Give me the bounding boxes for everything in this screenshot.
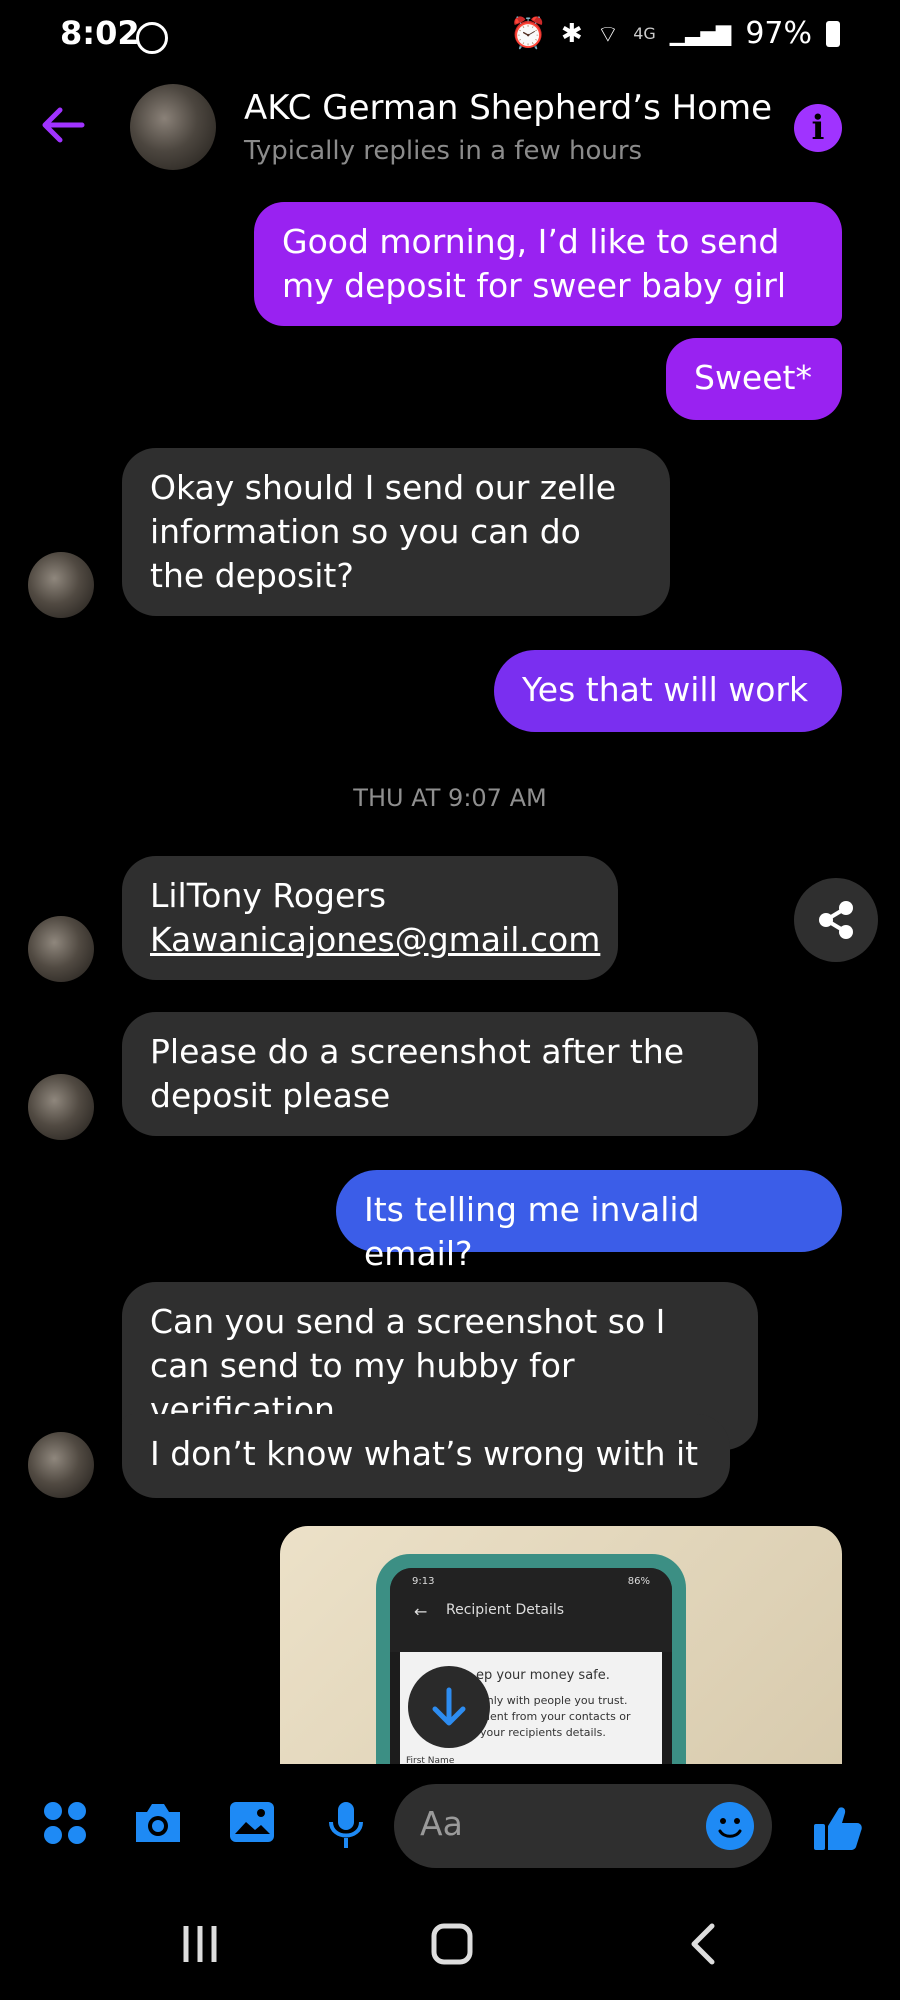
- thumbs-up-icon[interactable]: [812, 1804, 864, 1856]
- message-text: Please do a screenshot after the deposit…: [150, 1032, 685, 1115]
- message-text: Okay should I send our zelle information…: [150, 468, 617, 595]
- message-bubble-incoming[interactable]: Okay should I send our zelle information…: [122, 448, 670, 616]
- sender-avatar: [28, 916, 94, 982]
- sender-avatar: [28, 1074, 94, 1140]
- battery-label: 97%: [745, 16, 812, 51]
- sender-avatar: [28, 1432, 94, 1498]
- message-input[interactable]: Aa: [394, 1784, 772, 1868]
- info-icon[interactable]: i: [794, 104, 842, 152]
- photo-phone-battery: 86%: [627, 1576, 650, 1587]
- home-icon[interactable]: [430, 1922, 474, 1966]
- download-button[interactable]: [408, 1666, 490, 1748]
- photo-text-line: pient from your contacts or: [480, 1710, 631, 1723]
- photo-screen-title: Recipient Details: [446, 1602, 565, 1618]
- microphone-icon[interactable]: [326, 1800, 366, 1854]
- message-bubble-outgoing[interactable]: Its telling me invalid email?: [336, 1170, 842, 1273]
- network-label: 4G: [633, 24, 656, 43]
- recent-apps-icon[interactable]: [178, 1922, 222, 1966]
- alarm-icon: ⏰: [509, 16, 547, 51]
- photo-text-line: ep your money safe.: [476, 1668, 610, 1683]
- message-bubble-outgoing[interactable]: Good morning, I’d like to send my deposi…: [254, 202, 842, 326]
- camera-icon[interactable]: [132, 1800, 184, 1850]
- message-text: Yes that will work: [522, 670, 809, 709]
- status-icons: ⏰ ✱ ⌔ 4G ▁▃▅▇ 97%: [509, 16, 840, 51]
- message-text: Sweet*: [694, 358, 812, 397]
- photo-text-line: First Name: [406, 1756, 455, 1764]
- system-navigation-bar: [0, 1900, 900, 2000]
- signal-icon: ▁▃▅▇: [669, 21, 732, 46]
- message-text: Good morning, I’d like to send my deposi…: [282, 222, 787, 305]
- photo-back-icon: ←: [414, 1602, 428, 1621]
- message-bubble-incoming[interactable]: LilTony Rogers Kawanicajones@gmail.com: [122, 856, 618, 980]
- bluetooth-icon: ✱: [560, 18, 583, 49]
- back-arrow-icon[interactable]: [38, 100, 88, 154]
- share-icon: [819, 901, 853, 939]
- photo-appbar: 9:13 86% ← Recipient Details: [390, 1568, 672, 1652]
- wifi-icon: ⌔: [596, 19, 620, 48]
- apps-icon[interactable]: [42, 1800, 88, 1850]
- back-nav-icon[interactable]: [686, 1922, 722, 1966]
- message-text: I don’t know what’s wrong with it: [150, 1434, 699, 1473]
- message-bubble-outgoing[interactable]: Sweet*: [666, 338, 842, 420]
- battery-icon: [826, 20, 840, 47]
- gallery-icon[interactable]: [228, 1800, 276, 1850]
- message-bubble-outgoing[interactable]: Yes that will work: [494, 650, 842, 732]
- share-button[interactable]: [794, 878, 878, 962]
- emoji-icon[interactable]: [706, 1802, 754, 1850]
- message-text: LilTony Rogers: [150, 876, 387, 915]
- contact-avatar[interactable]: [130, 84, 216, 170]
- email-link[interactable]: Kawanicajones@gmail.com: [150, 918, 600, 962]
- photo-text-line: only with people you trust.: [480, 1694, 628, 1707]
- message-input-placeholder: Aa: [420, 1804, 463, 1843]
- photo-phone-time: 9:13: [412, 1576, 435, 1587]
- image-attachment[interactable]: 9:13 86% ← Recipient Details ep your mon…: [280, 1526, 842, 1764]
- date-separator: THU AT 9:07 AM: [353, 784, 547, 812]
- sender-avatar: [28, 552, 94, 618]
- message-bubble-incoming[interactable]: Please do a screenshot after the deposit…: [122, 1012, 758, 1136]
- message-text: Can you send a screenshot so I can send …: [150, 1302, 666, 1429]
- message-bubble-incoming[interactable]: I don’t know what’s wrong with it: [122, 1414, 730, 1498]
- chat-subtitle: Typically replies in a few hours: [244, 136, 643, 166]
- messenger-notification-icon: [136, 22, 168, 54]
- status-time: 8:02: [60, 14, 140, 52]
- photo-text-line: your recipients details.: [480, 1726, 606, 1739]
- message-text: Its telling me invalid email?: [364, 1190, 700, 1273]
- download-arrow-icon: [432, 1687, 466, 1726]
- chat-title[interactable]: AKC German Shepherd’s Home: [244, 88, 772, 128]
